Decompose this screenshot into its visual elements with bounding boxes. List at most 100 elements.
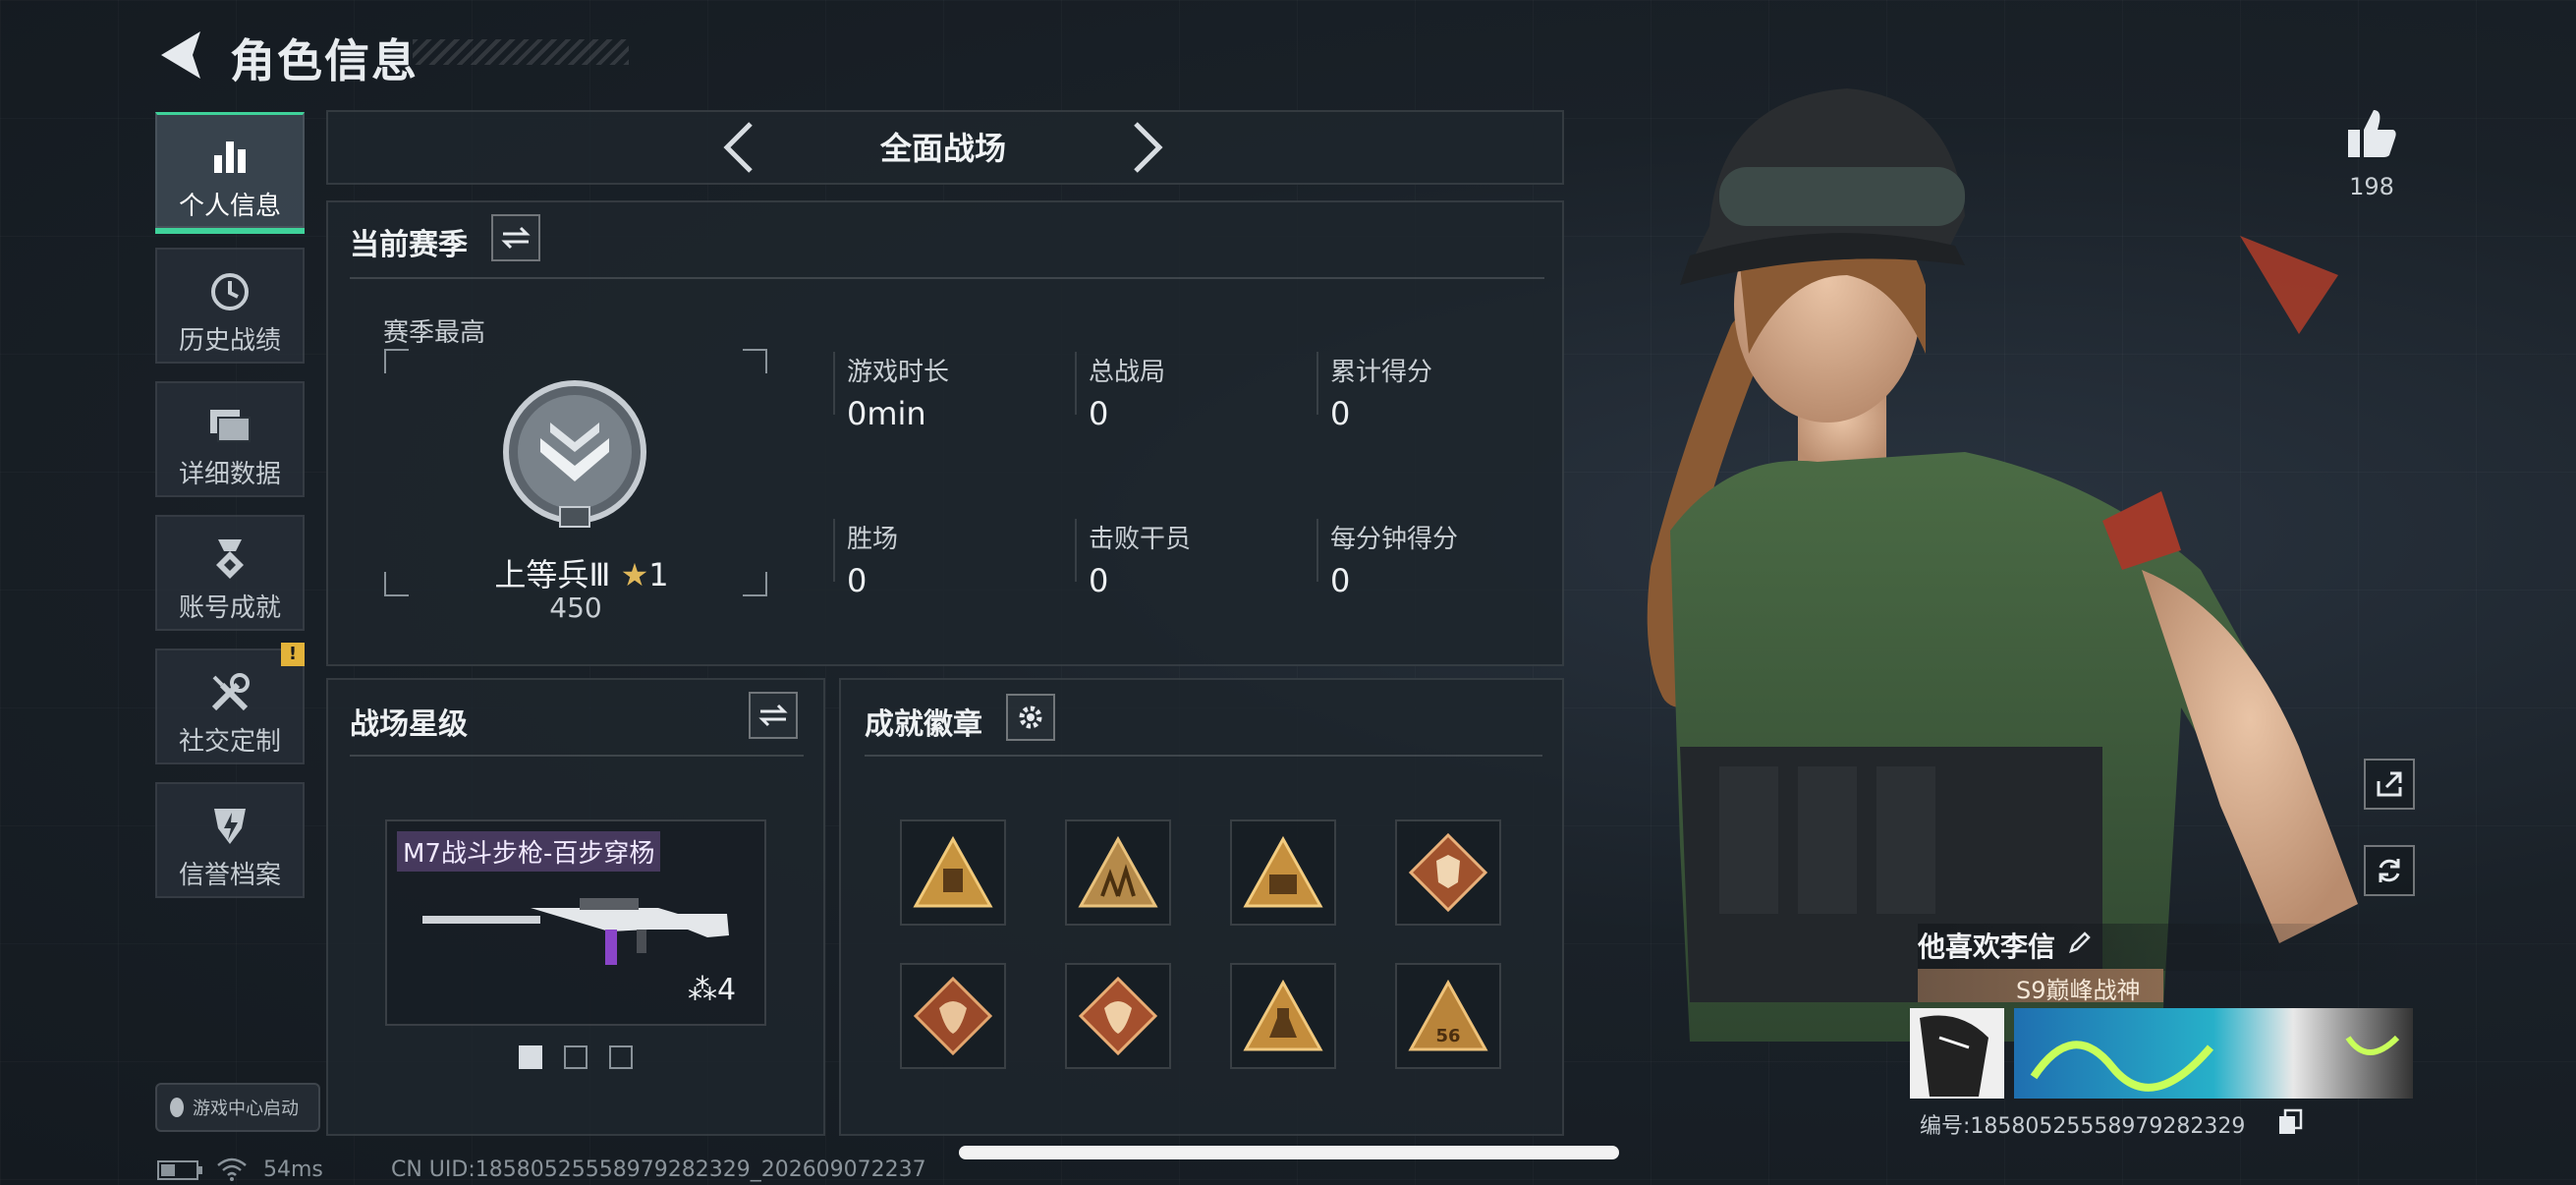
- badge-56-text: 56: [1435, 1026, 1460, 1046]
- qq-penguin-icon: [170, 1098, 184, 1117]
- thumbs-up-icon[interactable]: [2344, 106, 2399, 161]
- rank-points: 450: [549, 592, 602, 624]
- season-best-label: 赛季最高: [383, 318, 486, 348]
- achievements-title: 成就徽章: [865, 707, 982, 742]
- history-clock-icon: [211, 273, 249, 310]
- achievement-badge-slot[interactable]: [1230, 963, 1336, 1069]
- chevron-left-icon[interactable]: [721, 120, 756, 175]
- page-dot[interactable]: [609, 1045, 633, 1069]
- share-button[interactable]: [2364, 759, 2415, 810]
- page-dot[interactable]: [564, 1045, 588, 1069]
- battery-icon: [157, 1160, 202, 1180]
- achievement-badge-slot[interactable]: [1230, 819, 1336, 926]
- stat-separator: [1075, 352, 1077, 415]
- wolf-badge-icon: [1408, 832, 1488, 913]
- profile-banner-graffiti: [2014, 1008, 2413, 1099]
- folder-icon: [210, 410, 251, 442]
- game-center-button[interactable]: 游戏中心启动: [155, 1083, 320, 1132]
- achievements-settings-button[interactable]: [1006, 694, 1055, 741]
- achievement-medal-icon: [216, 539, 244, 579]
- flask-badge-icon: [1243, 979, 1323, 1051]
- sidebar-item-label: 详细数据: [178, 460, 281, 489]
- title-tag: S9巅峰战神: [1918, 969, 2163, 1004]
- uid-text: CN UID:18580525558979282329_202609072237: [391, 1157, 926, 1182]
- gear-icon: [1019, 705, 1042, 729]
- swap-arrows-icon: [758, 704, 788, 727]
- wifi-icon: [217, 1157, 247, 1181]
- sidebar-item-label: 个人信息: [178, 192, 281, 221]
- achievement-badge-slot[interactable]: [1065, 819, 1171, 926]
- stat-separator: [1075, 519, 1077, 582]
- season-switch-button[interactable]: [491, 214, 540, 261]
- stat-label-playtime: 游戏时长: [847, 358, 950, 387]
- warning-badge: !: [281, 643, 305, 666]
- sidebar-item-label: 信誉档案: [178, 861, 281, 890]
- refresh-icon: [2379, 859, 2400, 882]
- profile-banner-portrait: [1910, 1008, 2004, 1099]
- page-dot-active[interactable]: [519, 1045, 542, 1069]
- game-center-label: 游戏中心启动: [193, 1099, 299, 1119]
- squad-badge-icon: [1078, 835, 1158, 908]
- supply-badge-icon: [913, 835, 993, 908]
- sidebar-item-personal-info[interactable]: 个人信息: [155, 112, 305, 234]
- stat-value-playtime: 0min: [847, 395, 926, 432]
- star-level-icon: ⁂: [688, 973, 717, 1007]
- stat-label-score-per-min: 每分钟得分: [1330, 525, 1459, 554]
- edit-pencil-icon[interactable]: [2067, 930, 2093, 955]
- ping-value: 54ms: [263, 1157, 323, 1182]
- page-title: 角色信息: [230, 34, 419, 87]
- rank-stars: 1: [648, 556, 669, 593]
- stat-label-total-matches: 总战局: [1089, 358, 1166, 387]
- weapon-level: 4: [717, 973, 737, 1007]
- stat-value-total-score: 0: [1330, 395, 1351, 432]
- sidebar-item-label: 历史战绩: [178, 326, 281, 356]
- stat-label-kills: 击败干员: [1089, 525, 1192, 554]
- dragon-badge-icon: [913, 976, 993, 1056]
- mode-label: 全面战场: [879, 130, 1006, 167]
- anime-portrait-image: [1920, 1015, 1988, 1097]
- weapon-name: M7战斗步枪-百步穿杨: [397, 831, 661, 872]
- season-divider: [350, 277, 1544, 279]
- rifle-image: [422, 898, 729, 965]
- star-level-title: 战场星级: [350, 707, 468, 742]
- stat-label-total-score: 累计得分: [1330, 358, 1433, 387]
- medal-56-badge-icon: 56: [1408, 979, 1488, 1051]
- graffiti-art-image: [2030, 1035, 2400, 1092]
- title-tag-label: S9巅峰战神: [2016, 977, 2141, 1004]
- back-arrow-icon[interactable]: [155, 28, 204, 83]
- home-indicator[interactable]: [959, 1146, 1619, 1159]
- achievement-badge-slot[interactable]: [1065, 963, 1171, 1069]
- dragon-badge-icon-2: [1078, 976, 1158, 1056]
- chevron-right-icon[interactable]: [1130, 120, 1165, 175]
- season-title: 当前赛季: [350, 228, 468, 262]
- stat-separator: [1316, 519, 1318, 582]
- rank-name: 上等兵Ⅲ: [494, 556, 611, 593]
- achievements-divider: [865, 755, 1542, 757]
- stat-separator: [833, 519, 835, 582]
- stat-value-total-matches: 0: [1089, 395, 1109, 432]
- copy-icon[interactable]: [2277, 1108, 2305, 1136]
- achievement-badge-slot[interactable]: [1395, 819, 1501, 926]
- stat-value-wins: 0: [847, 562, 868, 599]
- achievement-badge-slot[interactable]: 56: [1395, 963, 1501, 1069]
- sidebar-item-history[interactable]: 历史战绩: [155, 248, 305, 364]
- stat-value-kills: 0: [1089, 562, 1109, 599]
- sidebar-item-achievements[interactable]: 账号成就: [155, 515, 305, 631]
- stat-label-wins: 胜场: [847, 525, 899, 554]
- likes-count: 198: [2349, 173, 2394, 200]
- refresh-button[interactable]: [2364, 845, 2415, 896]
- share-icon: [2377, 771, 2402, 797]
- credit-shield-icon: [214, 809, 246, 844]
- stat-value-score-per-min: 0: [1330, 562, 1351, 599]
- achievement-badge-slot[interactable]: [900, 819, 1006, 926]
- star-icon: ★: [620, 556, 649, 593]
- rank-emblem-icon: [503, 380, 646, 528]
- achievement-badge-slot[interactable]: [900, 963, 1006, 1069]
- sidebar-item-detail-data[interactable]: 详细数据: [155, 381, 305, 497]
- star-level-switch-button[interactable]: [749, 692, 798, 739]
- sidebar-item-label: 社交定制: [178, 727, 281, 757]
- stat-separator: [1316, 352, 1318, 415]
- sidebar-item-credit[interactable]: 信誉档案: [155, 782, 305, 898]
- stat-separator: [833, 352, 835, 415]
- title-decoration: [413, 39, 629, 65]
